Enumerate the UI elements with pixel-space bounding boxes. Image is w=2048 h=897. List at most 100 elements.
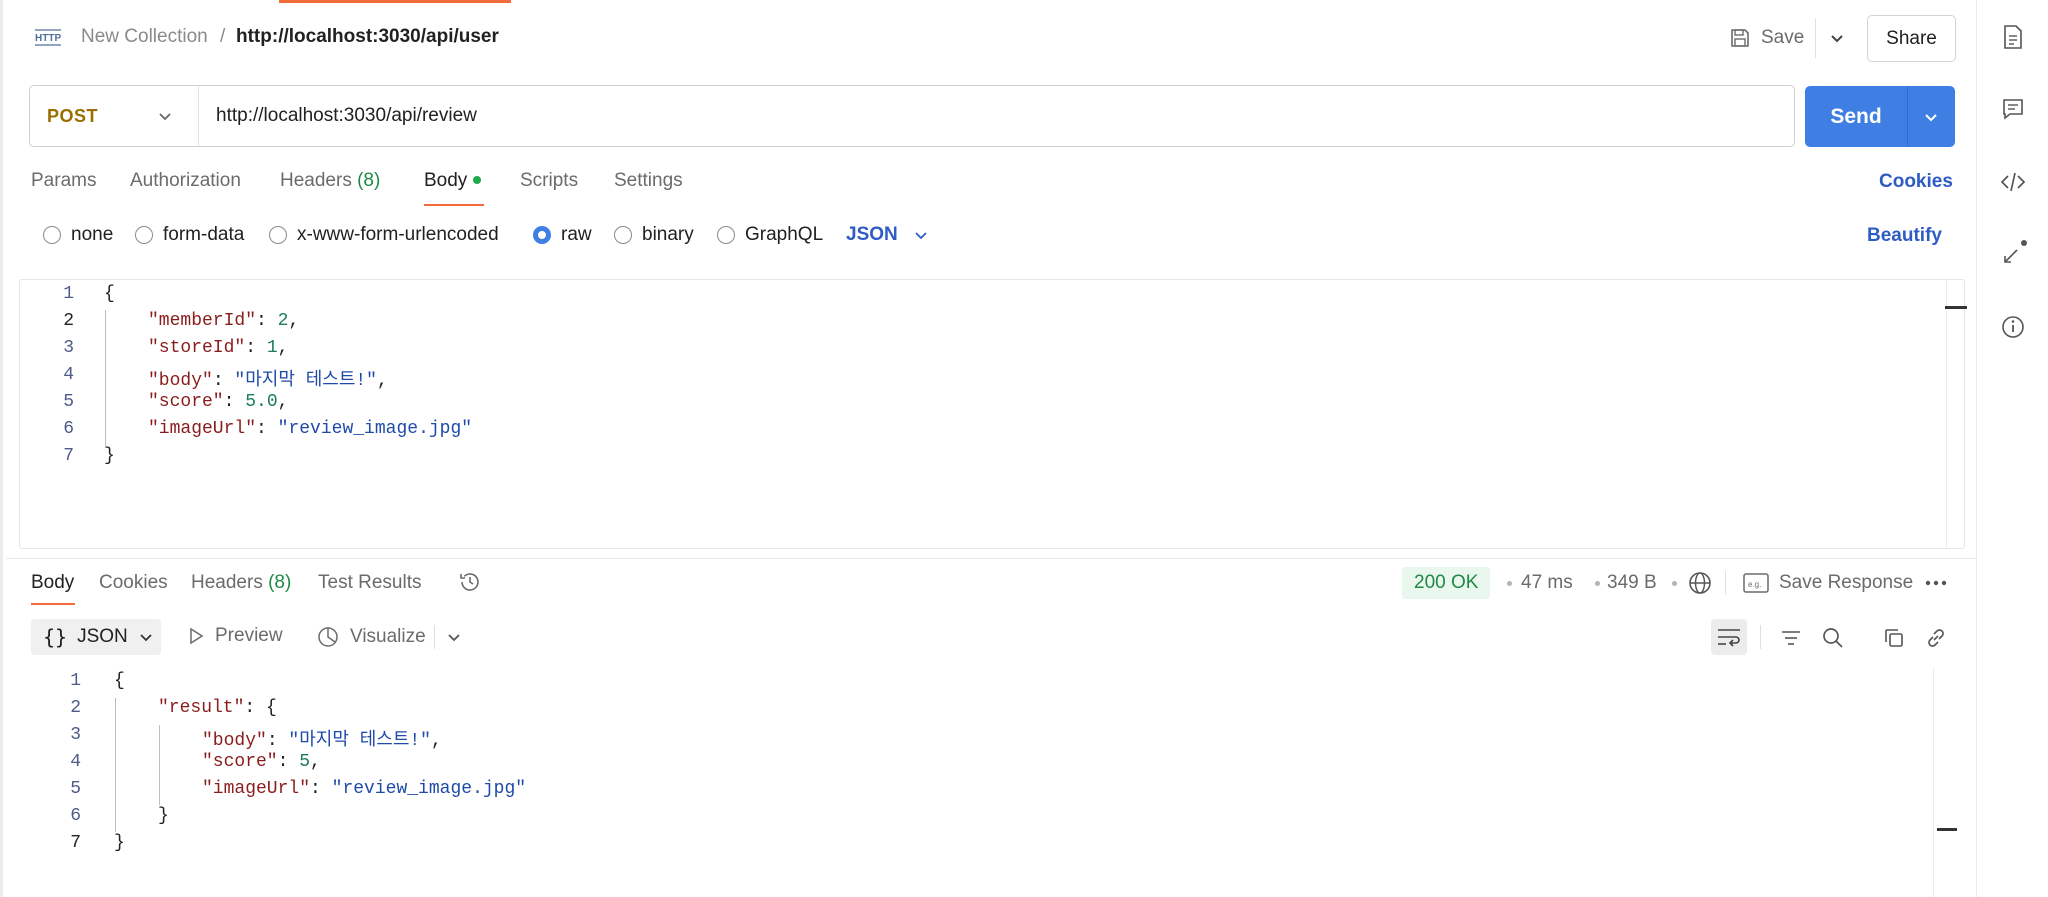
tab-authorization[interactable]: Authorization — [130, 170, 241, 192]
response-body-viewer[interactable]: 1 2 3 4 5 6 7 { "result": { "body": "마지막… — [19, 668, 1957, 897]
comment-icon[interactable] — [2001, 97, 2025, 121]
url-bar: POST — [29, 85, 1795, 147]
breadcrumb-collection[interactable]: New Collection — [81, 26, 208, 48]
copy-icon[interactable] — [1882, 626, 1906, 650]
svg-text:HTTP: HTTP — [35, 33, 61, 44]
method-select[interactable]: POST — [47, 106, 98, 127]
radio-graphql-label: GraphQL — [745, 224, 824, 245]
code-line: "storeId": 1, — [148, 338, 289, 358]
json-key: "result" — [158, 698, 245, 718]
example-icon: e.g. — [1743, 573, 1769, 593]
viewer-scrollbar[interactable] — [1937, 828, 1957, 831]
brace: { — [266, 698, 277, 718]
wrap-lines-button[interactable] — [1711, 619, 1747, 655]
search-icon[interactable] — [1821, 626, 1845, 650]
radio-binary[interactable]: binary — [614, 224, 694, 246]
chevron-down-icon — [915, 232, 927, 240]
breadcrumb-separator: / — [220, 26, 226, 47]
code-line: } — [104, 446, 115, 473]
chevron-down-icon[interactable] — [154, 105, 176, 127]
tab-body-label: Body — [424, 170, 468, 191]
response-format-select[interactable]: {} JSON — [31, 619, 161, 655]
code-icon[interactable] — [1999, 170, 2027, 194]
chevron-down-icon[interactable] — [445, 628, 463, 646]
more-options-icon[interactable] — [1925, 577, 1947, 589]
response-tab-cookies[interactable]: Cookies — [99, 572, 168, 594]
beautify-link[interactable]: Beautify — [1867, 225, 1942, 247]
chevron-down-icon — [140, 634, 152, 642]
share-button[interactable]: Share — [1867, 15, 1956, 62]
request-name[interactable]: http://localhost:3030/api/user — [236, 26, 499, 48]
url-divider — [198, 86, 199, 146]
json-value: 5.0 — [245, 392, 278, 412]
line-number: 6 — [70, 806, 81, 826]
send-button[interactable]: Send — [1805, 86, 1955, 147]
chevron-down-icon[interactable] — [1919, 105, 1943, 129]
code-line: "score": 5, — [202, 752, 321, 772]
tab-body[interactable]: Body — [424, 170, 482, 192]
history-icon[interactable] — [457, 569, 483, 595]
body-format-select[interactable]: JSON — [846, 224, 930, 246]
related-collections-icon[interactable] — [1999, 238, 2029, 268]
json-value: "마지막 테스트!" — [288, 731, 431, 751]
info-icon[interactable] — [2000, 314, 2026, 340]
indent-guide — [105, 310, 106, 446]
link-icon[interactable] — [1924, 626, 1948, 650]
radio-none[interactable]: none — [43, 224, 113, 246]
preview-label: Preview — [215, 625, 283, 646]
radio-circle — [614, 226, 632, 244]
response-tab-body[interactable]: Body — [31, 572, 74, 594]
tab-scripts[interactable]: Scripts — [520, 170, 578, 192]
radio-binary-label: binary — [642, 224, 694, 245]
code-line: } — [114, 833, 125, 860]
radio-graphql[interactable]: GraphQL — [717, 224, 823, 246]
editor-scrollbar[interactable] — [1945, 306, 1967, 309]
tab-params[interactable]: Params — [31, 170, 96, 192]
tab-active-underline — [424, 204, 484, 206]
response-format-label: JSON — [77, 626, 128, 647]
http-icon: HTTP — [35, 29, 61, 46]
url-input[interactable] — [216, 86, 1776, 146]
json-value: 2 — [277, 311, 289, 331]
json-value: "마지막 테스트!" — [234, 371, 377, 391]
radio-raw[interactable]: raw — [533, 224, 592, 246]
chevron-down-icon[interactable] — [1825, 26, 1849, 50]
visualize-button[interactable]: Visualize — [316, 625, 426, 649]
filter-icon[interactable] — [1779, 626, 1803, 650]
line-number: 3 — [70, 725, 81, 745]
response-tab-test-results[interactable]: Test Results — [318, 572, 421, 594]
request-body-editor[interactable]: 1 2 3 4 5 6 7 { "memberId": 2, "storeId"… — [19, 279, 1967, 549]
visualize-icon — [318, 627, 338, 647]
radio-none-label: none — [71, 224, 114, 245]
cookies-link[interactable]: Cookies — [1879, 171, 1953, 193]
globe-icon[interactable] — [1687, 570, 1713, 596]
save-label: Save — [1761, 27, 1805, 48]
radio-urlencoded[interactable]: x-www-form-urlencoded — [269, 224, 499, 246]
document-icon[interactable] — [2001, 24, 2025, 50]
json-value: 5 — [299, 752, 311, 772]
brace: } — [114, 833, 125, 853]
brace: { — [104, 284, 115, 304]
response-size[interactable]: 349 B — [1607, 572, 1657, 594]
status-badge[interactable]: 200 OK — [1402, 567, 1491, 599]
save-response-button[interactable]: e.g. Save Response — [1743, 572, 1913, 594]
json-value: "review_image.jpg" — [277, 419, 473, 439]
response-tab-headers[interactable]: Headers (8) — [191, 572, 291, 594]
radio-form-data[interactable]: form-data — [135, 224, 244, 246]
line-number: 7 — [70, 833, 81, 853]
braces-icon: {} — [43, 625, 68, 649]
json-value: 1 — [266, 338, 278, 358]
preview-button[interactable]: Preview — [187, 625, 283, 647]
toolbar-divider — [1760, 625, 1761, 649]
meta-dot — [1595, 581, 1600, 586]
request-header: HTTP New Collection / http://localhost:3… — [3, 0, 1979, 76]
tab-settings[interactable]: Settings — [614, 170, 683, 192]
save-button[interactable]: Save — [1729, 20, 1804, 56]
code-line: } — [158, 806, 169, 833]
tab-headers[interactable]: Headers (8) — [280, 170, 380, 192]
send-label: Send — [1830, 104, 1882, 128]
response-time[interactable]: 47 ms — [1521, 572, 1573, 594]
body-format-label: JSON — [846, 224, 898, 245]
panel-divider[interactable] — [6, 558, 1979, 559]
code-line: { — [114, 671, 125, 698]
